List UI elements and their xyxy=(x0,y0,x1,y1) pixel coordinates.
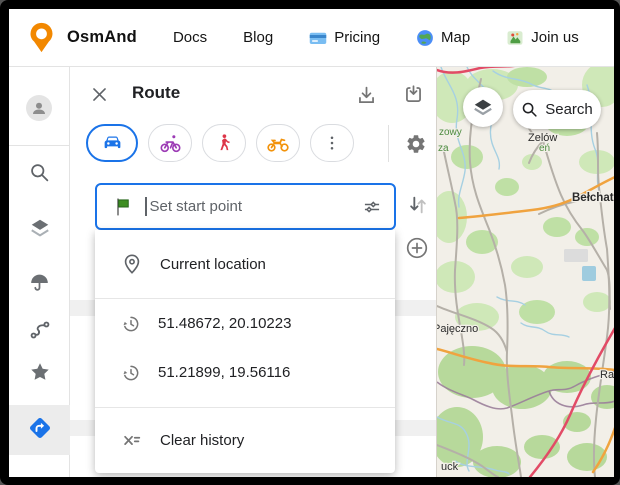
sidebar-item-navigation[interactable] xyxy=(9,406,70,450)
download-icon xyxy=(356,85,377,106)
globe-icon xyxy=(416,29,434,47)
swap-arrows-icon xyxy=(407,194,429,216)
download-route-button[interactable] xyxy=(354,83,378,107)
map-label-town-partial: uck xyxy=(441,461,459,473)
sidebar-item-layers[interactable] xyxy=(9,206,70,250)
map-search-button[interactable]: Search xyxy=(513,90,601,129)
profile-more-button[interactable] xyxy=(310,124,354,162)
lake xyxy=(582,266,596,281)
sidebar-divider xyxy=(9,145,70,146)
import-icon xyxy=(403,84,424,105)
map-canvas: zowy za eń Zelów Bełchatów Pajęczno Rado… xyxy=(437,67,614,477)
clear-history-icon xyxy=(121,429,143,451)
umbrella-icon xyxy=(29,272,50,293)
dropdown-item-history-2[interactable]: 51.21899, 19.56116 xyxy=(95,348,395,397)
map-label-nature: za xyxy=(438,143,449,154)
clear-history-label: Clear history xyxy=(160,432,244,449)
map-label-nature: zowy xyxy=(439,127,462,138)
map-viewport[interactable]: zowy za eń Zelów Bełchatów Pajęczno Rado… xyxy=(436,67,614,477)
layers-icon xyxy=(472,96,494,118)
osmand-logo-icon[interactable] xyxy=(28,22,55,53)
text-caret xyxy=(145,197,147,216)
sidebar-item-favorites[interactable] xyxy=(9,350,70,394)
search-icon xyxy=(521,101,538,118)
layers-icon xyxy=(29,217,51,239)
profile-car-button[interactable] xyxy=(86,124,138,162)
top-navbar: OsmAnd Docs Blog Pricing Map Join us xyxy=(9,9,614,67)
dropdown-item-clear-history[interactable]: Clear history xyxy=(95,408,395,472)
nav-blog[interactable]: Blog xyxy=(243,29,273,46)
add-point-button[interactable] xyxy=(404,235,430,261)
map-layers-button[interactable] xyxy=(463,87,503,127)
pedestrian-icon xyxy=(214,133,234,153)
navigation-directions-icon xyxy=(28,416,52,440)
history-icon xyxy=(121,314,141,334)
tune-options-icon[interactable] xyxy=(362,197,382,217)
profile-bicycle-button[interactable] xyxy=(148,124,192,162)
history-icon xyxy=(121,363,141,383)
nav-map[interactable]: Map xyxy=(416,29,470,47)
current-location-label: Current location xyxy=(160,256,266,273)
motorcycle-icon xyxy=(266,131,290,155)
sidebar-item-search[interactable] xyxy=(9,150,70,194)
history-coordinates: 51.21899, 19.56116 xyxy=(158,364,290,381)
search-icon xyxy=(29,162,50,183)
map-search-label: Search xyxy=(545,101,593,118)
nav-pricing[interactable]: Pricing xyxy=(309,29,380,47)
sidebar-item-tracks[interactable] xyxy=(9,308,70,352)
sidebar-item-account[interactable] xyxy=(26,95,52,121)
sidebar-item-weather[interactable] xyxy=(9,260,70,304)
car-icon xyxy=(101,132,124,155)
dropdown-item-current-location[interactable]: Current location xyxy=(95,230,395,298)
profile-selector xyxy=(86,124,354,162)
close-icon xyxy=(90,85,109,104)
profile-motorcycle-button[interactable] xyxy=(256,124,300,162)
dropdown-item-history-1[interactable]: 51.48672, 20.10223 xyxy=(95,299,395,348)
more-vertical-icon xyxy=(323,134,341,152)
nav-docs[interactable]: Docs xyxy=(173,29,207,46)
route-panel: Route xyxy=(70,67,436,477)
pills-divider xyxy=(388,125,389,162)
start-input-placeholder: Set start point xyxy=(150,198,363,215)
map-label-town-zelow: Zelów xyxy=(528,132,557,144)
start-point-dropdown: Current location 51.48672, 20.10223 51.2… xyxy=(95,230,395,473)
map-label-nature: eń xyxy=(539,143,550,154)
brand-name[interactable]: OsmAnd xyxy=(67,28,137,47)
credit-card-icon xyxy=(309,29,327,47)
plus-circle-icon xyxy=(405,236,429,260)
avatar-icon xyxy=(30,99,48,117)
start-flag-icon xyxy=(113,197,133,217)
nav-join-us[interactable]: Join us xyxy=(506,29,579,47)
import-file-button[interactable] xyxy=(401,82,425,106)
history-coordinates: 51.48672, 20.10223 xyxy=(158,315,291,332)
map-label-town-belchatow: Bełchatów xyxy=(572,192,614,204)
star-icon xyxy=(29,361,51,383)
route-settings-button[interactable] xyxy=(403,131,429,157)
bicycle-icon xyxy=(159,132,182,155)
industrial-area xyxy=(564,249,588,262)
track-route-icon xyxy=(29,319,51,341)
profile-pedestrian-button[interactable] xyxy=(202,124,246,162)
gear-icon xyxy=(405,133,427,155)
map-label-town-radomsko: Radomsko xyxy=(600,369,614,381)
close-panel-button[interactable] xyxy=(88,83,110,105)
map-label-town-pajeczno: Pajęczno xyxy=(437,323,478,335)
location-pin-icon xyxy=(121,253,143,275)
browser-screenshot-frame: OsmAnd Docs Blog Pricing Map Join us xyxy=(0,0,620,485)
panel-title: Route xyxy=(132,83,180,103)
swap-points-button[interactable] xyxy=(405,192,431,218)
left-sidebar xyxy=(9,67,70,477)
join-us-icon xyxy=(506,29,524,47)
start-point-input[interactable]: Set start point xyxy=(95,183,396,230)
